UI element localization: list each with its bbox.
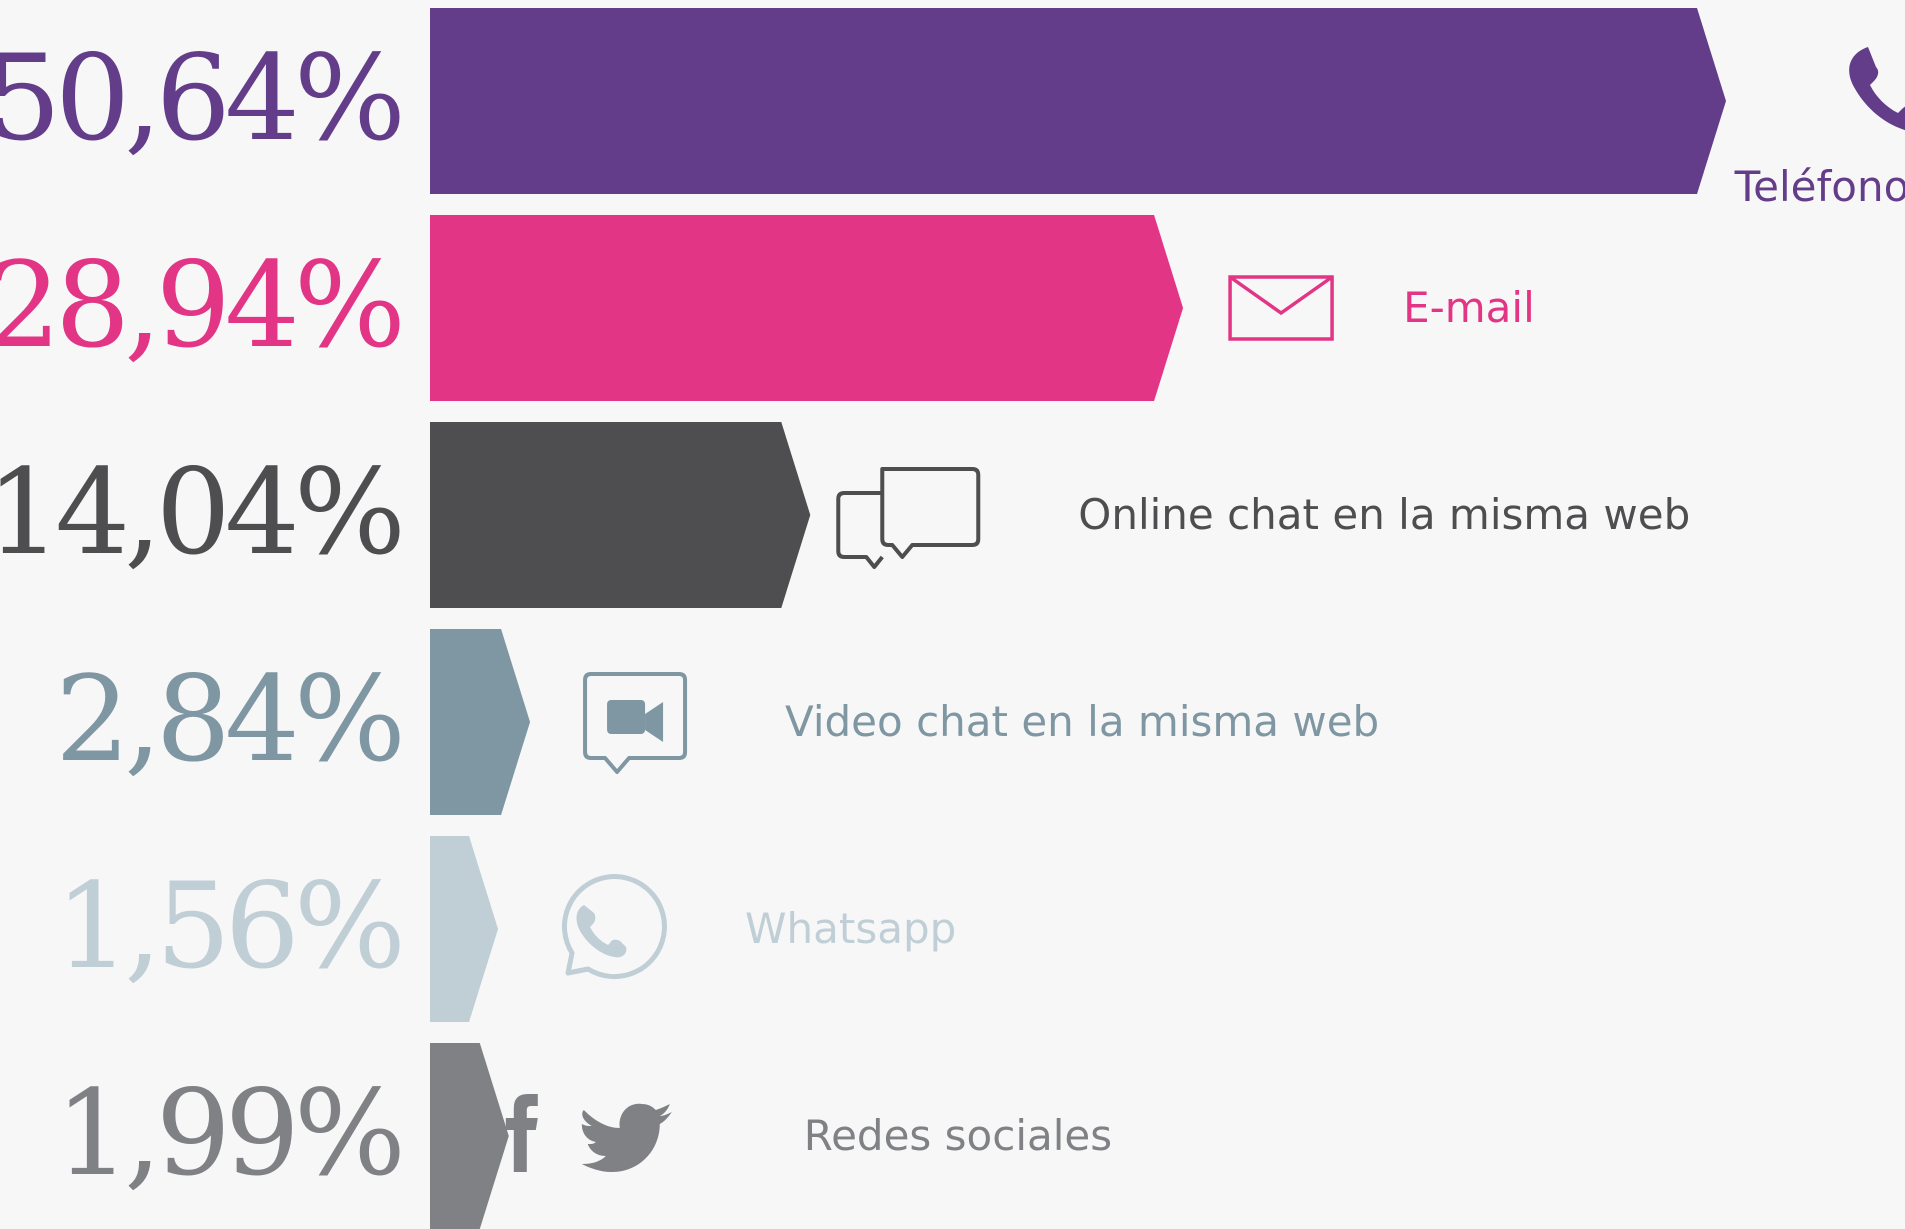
category-label: Video chat en la misma web bbox=[785, 697, 1379, 746]
value-label: 28,94% bbox=[0, 236, 400, 374]
chat-bubbles-icon bbox=[836, 467, 981, 569]
channel-bar-chart: 50,64% 28,94% 14,04% 2,84% 1,56% 1,99% Teléfo… bbox=[0, 0, 1905, 1229]
value-label: 1,99% bbox=[55, 1064, 400, 1202]
bar-video-chat-en-la-misma-web bbox=[430, 629, 531, 815]
whatsapp-icon bbox=[561, 874, 667, 980]
bar-e-mail bbox=[430, 215, 1184, 401]
bar-tel-fono bbox=[430, 8, 1726, 194]
bar-redes-sociales bbox=[430, 1043, 509, 1229]
value-label: 1,56% bbox=[55, 857, 400, 995]
category-label: Online chat en la misma web bbox=[1078, 490, 1690, 539]
value-label: 14,04% bbox=[0, 443, 400, 581]
video-chat-icon bbox=[583, 672, 688, 774]
category-label: Teléfono bbox=[1734, 162, 1905, 211]
phone-icon bbox=[1849, 47, 1905, 131]
category-label: Redes sociales bbox=[804, 1111, 1112, 1160]
chart-svg: 50,64% 28,94% 14,04% 2,84% 1,56% 1,99% Teléfo… bbox=[0, 8, 1905, 1229]
bar-whatsapp bbox=[430, 836, 499, 1022]
category-label: E-mail bbox=[1403, 283, 1535, 332]
value-label: 2,84% bbox=[55, 650, 400, 788]
category-label: Whatsapp bbox=[745, 904, 956, 953]
facebook-twitter-icon bbox=[505, 1094, 672, 1172]
value-label: 50,64% bbox=[0, 29, 400, 167]
bar-online-chat-en-la-misma-web bbox=[430, 422, 811, 608]
envelope-icon bbox=[1228, 275, 1334, 341]
